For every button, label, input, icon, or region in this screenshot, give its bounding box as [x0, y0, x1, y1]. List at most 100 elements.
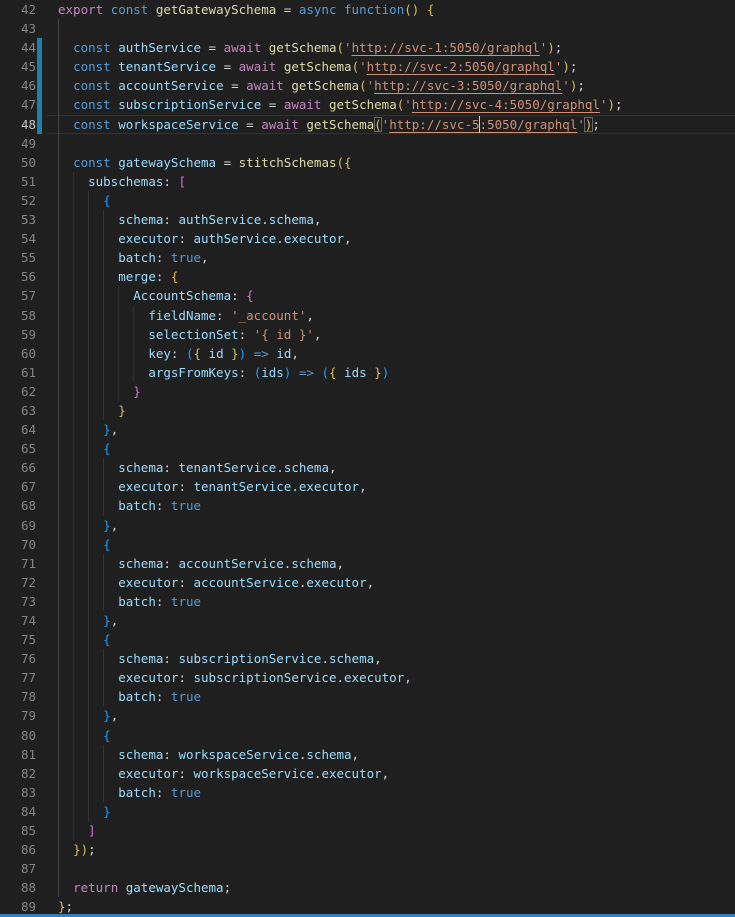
- line-number[interactable]: 60: [0, 344, 47, 363]
- line-number[interactable]: 78: [0, 687, 47, 706]
- line-number[interactable]: 88: [0, 878, 47, 897]
- line-number[interactable]: 75: [0, 630, 47, 649]
- code-line[interactable]: schema: subscriptionService.schema,: [47, 649, 735, 668]
- line-number[interactable]: 71: [0, 554, 47, 573]
- line-number[interactable]: 77: [0, 668, 47, 687]
- token-v: executor: [118, 766, 178, 781]
- code-line[interactable]: },: [47, 420, 735, 439]
- code-line[interactable]: },: [47, 706, 735, 725]
- indent-guide: [88, 210, 89, 229]
- line-number[interactable]: 85: [0, 821, 47, 840]
- code-line[interactable]: batch: true,: [47, 248, 735, 267]
- code-line[interactable]: [47, 19, 735, 38]
- line-number[interactable]: 53: [0, 210, 47, 229]
- code-line[interactable]: batch: true: [47, 783, 735, 802]
- code-line[interactable]: schema: authService.schema,: [47, 210, 735, 229]
- code-line[interactable]: });: [47, 840, 735, 859]
- line-number[interactable]: 51: [0, 172, 47, 191]
- code-line[interactable]: const subscriptionService = await getSch…: [47, 95, 735, 114]
- code-line[interactable]: [47, 859, 735, 878]
- line-number[interactable]: 69: [0, 516, 47, 535]
- code-line[interactable]: merge: {: [47, 267, 735, 286]
- code-line[interactable]: const tenantService = await getSchema('h…: [47, 57, 735, 76]
- code-line[interactable]: executor: tenantService.executor,: [47, 477, 735, 496]
- code-line[interactable]: return gatewaySchema;: [47, 878, 735, 897]
- code-line[interactable]: export const getGatewaySchema = async fu…: [47, 0, 735, 19]
- code-line[interactable]: executor: workspaceService.executor,: [47, 764, 735, 783]
- line-number[interactable]: 63: [0, 401, 47, 420]
- line-number[interactable]: 79: [0, 706, 47, 725]
- line-number[interactable]: 54: [0, 229, 47, 248]
- token-p: =: [224, 78, 247, 93]
- code-line[interactable]: const accountService = await getSchema('…: [47, 76, 735, 95]
- code-line[interactable]: batch: true: [47, 496, 735, 515]
- line-number[interactable]: 74: [0, 611, 47, 630]
- line-number[interactable]: 87: [0, 859, 47, 878]
- line-number[interactable]: 73: [0, 592, 47, 611]
- code-line[interactable]: key: ({ id }) => id,: [47, 344, 735, 363]
- token-p: [58, 155, 73, 170]
- code-line[interactable]: subschemas: [: [47, 172, 735, 191]
- code-line[interactable]: [47, 134, 735, 153]
- line-number[interactable]: 59: [0, 325, 47, 344]
- line-number[interactable]: 65: [0, 439, 47, 458]
- code-line[interactable]: batch: true: [47, 592, 735, 611]
- code-line[interactable]: },: [47, 611, 735, 630]
- code-line[interactable]: }: [47, 401, 735, 420]
- line-number[interactable]: 80: [0, 726, 47, 745]
- token-g3: {: [103, 193, 111, 208]
- code-line[interactable]: },: [47, 516, 735, 535]
- code-line[interactable]: executor: accountService.executor,: [47, 573, 735, 592]
- code-line[interactable]: {: [47, 535, 735, 554]
- line-number[interactable]: 50: [0, 153, 47, 172]
- line-number[interactable]: 62: [0, 382, 47, 401]
- code-line[interactable]: AccountSchema: {: [47, 286, 735, 305]
- line-number[interactable]: 86: [0, 840, 47, 859]
- code-line[interactable]: executor: subscriptionService.executor,: [47, 668, 735, 687]
- code-line[interactable]: const gatewaySchema = stitchSchemas({: [47, 153, 735, 172]
- line-number[interactable]: 43: [0, 19, 47, 38]
- code-line[interactable]: }: [47, 802, 735, 821]
- code-line[interactable]: schema: workspaceService.schema,: [47, 745, 735, 764]
- line-number[interactable]: 84: [0, 802, 47, 821]
- code-line[interactable]: {: [47, 191, 735, 210]
- line-number[interactable]: 52: [0, 191, 47, 210]
- token-p: ,: [306, 308, 314, 323]
- code-line[interactable]: {: [47, 439, 735, 458]
- line-number[interactable]: 70: [0, 535, 47, 554]
- line-number[interactable]: 49: [0, 134, 47, 153]
- line-number[interactable]: 64: [0, 420, 47, 439]
- line-number[interactable]: 68: [0, 496, 47, 515]
- line-number[interactable]: 76: [0, 649, 47, 668]
- token-p: :: [171, 346, 186, 361]
- line-number[interactable]: 83: [0, 783, 47, 802]
- line-number[interactable]: 81: [0, 745, 47, 764]
- indent-guide: [73, 363, 74, 382]
- line-number[interactable]: 58: [0, 306, 47, 325]
- code-line[interactable]: {: [47, 630, 735, 649]
- indent-guide: [73, 687, 74, 706]
- line-number[interactable]: 67: [0, 477, 47, 496]
- code-line[interactable]: {: [47, 726, 735, 745]
- line-number[interactable]: 82: [0, 764, 47, 783]
- line-number[interactable]: 57: [0, 286, 47, 305]
- line-number[interactable]: 56: [0, 267, 47, 286]
- code-line-row: 69 },: [0, 516, 735, 535]
- code-line[interactable]: fieldName: '_account',: [47, 306, 735, 325]
- code-line[interactable]: selectionSet: '{ id }',: [47, 325, 735, 344]
- code-line[interactable]: schema: tenantService.schema,: [47, 458, 735, 477]
- line-number[interactable]: 72: [0, 573, 47, 592]
- code-line[interactable]: batch: true: [47, 687, 735, 706]
- token-v: workspaceService: [118, 117, 238, 132]
- line-number[interactable]: 61: [0, 363, 47, 382]
- code-line[interactable]: argsFromKeys: (ids) => ({ ids }): [47, 363, 735, 382]
- line-number[interactable]: 42: [0, 0, 47, 19]
- code-line[interactable]: const workspaceService = await getSchema…: [47, 115, 735, 134]
- line-number[interactable]: 66: [0, 458, 47, 477]
- code-line[interactable]: executor: authService.executor,: [47, 229, 735, 248]
- code-line[interactable]: ]: [47, 821, 735, 840]
- line-number[interactable]: 55: [0, 248, 47, 267]
- code-line[interactable]: const authService = await getSchema('htt…: [47, 38, 735, 57]
- code-line[interactable]: }: [47, 382, 735, 401]
- code-line[interactable]: schema: accountService.schema,: [47, 554, 735, 573]
